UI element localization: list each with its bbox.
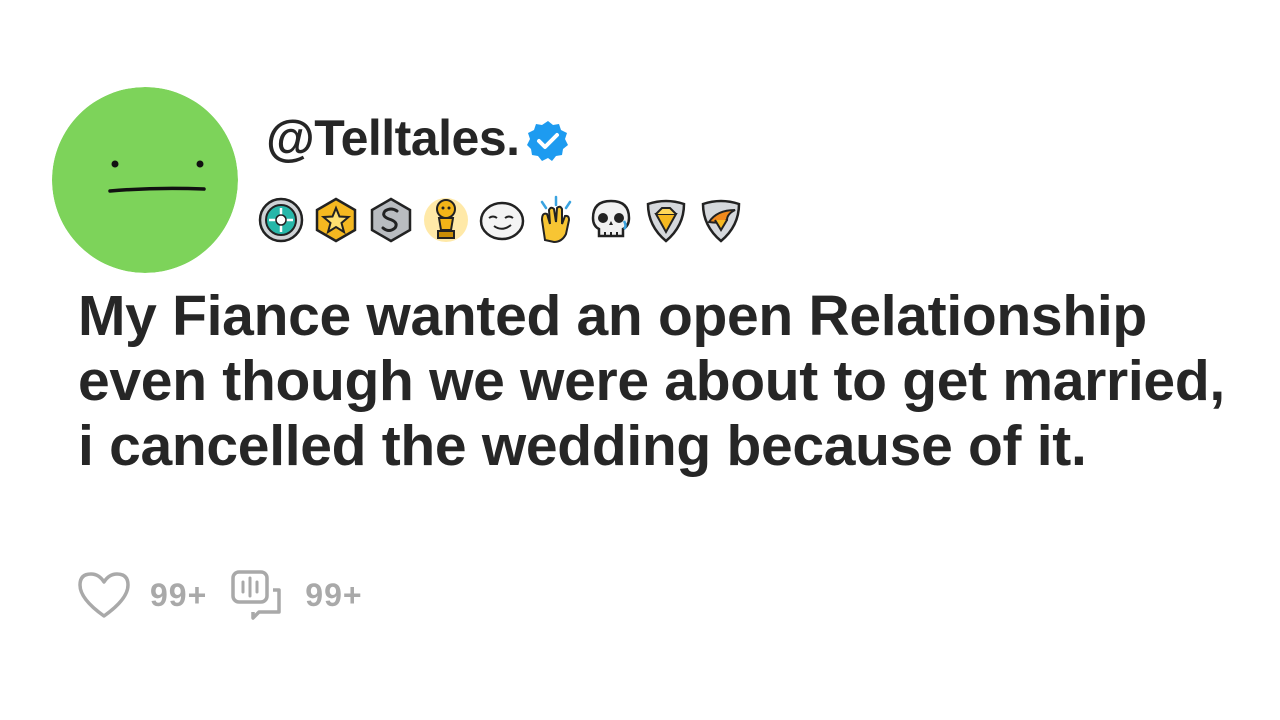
teal-medal-icon bbox=[256, 194, 306, 246]
gold-gem-shield-icon bbox=[641, 194, 691, 246]
comment-icon[interactable] bbox=[229, 568, 287, 622]
skull-icon bbox=[586, 194, 636, 246]
neutral-face-icon bbox=[52, 87, 238, 273]
silver-s-badge-icon bbox=[366, 194, 416, 246]
like-count: 99+ bbox=[150, 576, 208, 613]
gold-trophy-icon bbox=[421, 194, 471, 246]
engagement-bar: 99+ 99+ bbox=[76, 566, 385, 624]
username[interactable]: @Telltales. bbox=[266, 113, 520, 163]
clapping-hands-icon bbox=[531, 194, 581, 246]
username-row: @Telltales. bbox=[266, 106, 570, 170]
post-title: My Fiance wanted an open Relationship ev… bbox=[78, 284, 1225, 478]
grinning-face-icon bbox=[476, 194, 526, 246]
gold-star-badge-icon bbox=[311, 194, 361, 246]
avatar[interactable] bbox=[52, 87, 238, 273]
award-badges bbox=[256, 192, 751, 248]
heart-icon[interactable] bbox=[76, 569, 132, 621]
orange-wing-shield-icon bbox=[696, 194, 746, 246]
post-card: @Telltales. My Fiance wanted an open Rel… bbox=[0, 0, 1280, 720]
verified-badge-icon bbox=[526, 121, 568, 161]
comment-count: 99+ bbox=[305, 576, 363, 613]
